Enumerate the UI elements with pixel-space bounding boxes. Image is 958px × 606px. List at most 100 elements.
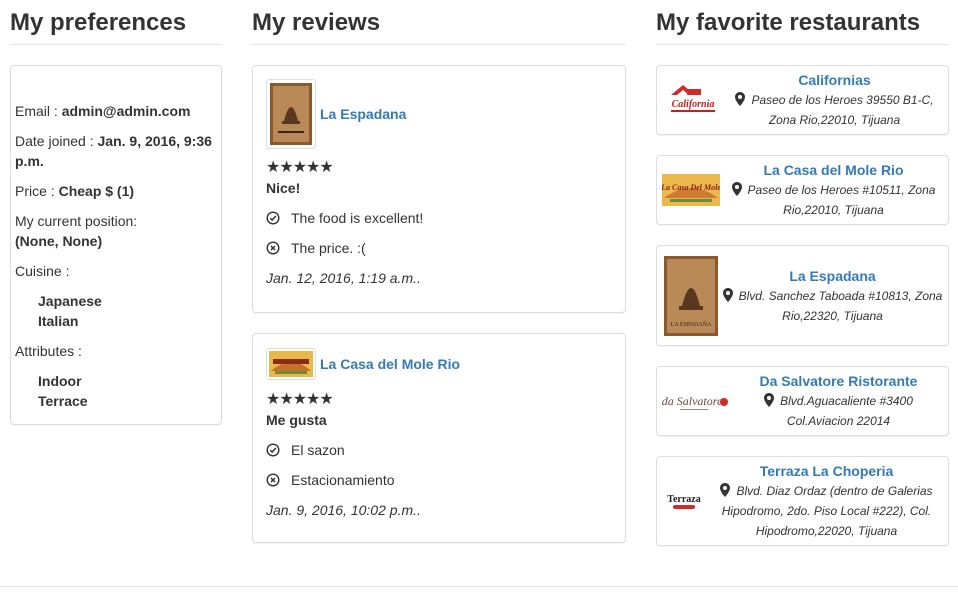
la-espadana-logo <box>270 83 312 145</box>
favorite-address-text: Blvd.Aguacaliente #3400 Col.Aviacion 220… <box>780 394 913 428</box>
da-salvatore-logo: da Salvatore <box>662 394 728 410</box>
favorite-restaurant-link[interactable]: Terraza La Choperia <box>760 463 894 479</box>
cuisine-list: Japanese Italian <box>15 291 217 331</box>
review-pro-text: The food is excellent! <box>291 210 424 226</box>
review-pro: The food is excellent! <box>266 208 612 228</box>
favorite-address-text: Paseo de los Heroes #10511, Zona Rio,220… <box>747 183 936 217</box>
la-casa-del-mole-logo: La Casa Del Mole <box>662 174 720 206</box>
rating-stars: ★★★★★ <box>266 391 334 408</box>
position-value: (None, None) <box>15 233 103 249</box>
restaurant-logo: La Casa Del Mole <box>659 160 723 220</box>
la-casa-logo-text: La Casa Del Mole <box>662 183 720 192</box>
reviews-title: My reviews <box>252 0 626 45</box>
favorite-address: Paseo de los Heroes #10511, Zona Rio,220… <box>723 180 944 220</box>
cuisine-label: Cuisine : <box>15 263 70 279</box>
review-date: Jan. 12, 2016, 1:19 a.m.. <box>266 270 421 286</box>
review-date: Jan. 9, 2016, 10:02 p.m.. <box>266 502 421 518</box>
restaurant-logo: California <box>661 70 725 130</box>
californias-logo-text: California <box>672 99 715 110</box>
restaurant-logo: LA ESPADAÑA <box>661 254 721 338</box>
review-restaurant-link[interactable]: La Casa del Mole Rio <box>320 356 460 372</box>
review-card: La Casa del Mole Rio ★★★★★ Me gusta El s… <box>252 333 626 543</box>
restaurant-thumbnail[interactable] <box>266 79 316 149</box>
x-circle-icon <box>266 473 280 487</box>
favorite-restaurant-card[interactable]: da Salvatore Da Salvatore Ristorante Blv… <box>656 366 949 436</box>
preferences-panel: Email : admin@admin.com Date joined : Ja… <box>10 65 222 425</box>
la-espadana-logo-text: LA ESPADAÑA <box>671 320 712 328</box>
favorite-restaurant-link[interactable]: Californias <box>798 72 870 88</box>
map-marker-icon <box>720 483 731 497</box>
favorite-restaurant-link[interactable]: La Casa del Mole Rio <box>763 162 903 178</box>
review-pro: El sazon <box>266 440 612 460</box>
favorite-restaurant-card[interactable]: La Casa Del Mole La Casa del Mole Rio Pa… <box>656 155 949 225</box>
da-salvatore-logo-text: da Salvatore <box>662 394 723 408</box>
favorite-restaurant-link[interactable]: La Espadana <box>789 268 875 284</box>
la-espadana-logo: LA ESPADAÑA <box>664 255 718 336</box>
favorite-address: Blvd. Diaz Ordaz (dentro de Galerias Hip… <box>709 481 944 541</box>
favorite-details: La Espadana Blvd. Sanchez Taboada #10813… <box>721 266 948 326</box>
californias-logo: California <box>671 85 715 112</box>
la-casa-del-mole-logo <box>269 351 313 377</box>
review-con-text: Estacionamiento <box>291 472 395 488</box>
favorite-details: La Casa del Mole Rio Paseo de los Heroes… <box>723 160 948 220</box>
x-circle-icon <box>266 241 280 255</box>
favorite-restaurant-card[interactable]: California Californias Paseo de los Hero… <box>656 65 949 135</box>
email-label: Email : <box>15 103 62 119</box>
price-label: Price : <box>15 183 59 199</box>
review-restaurant-link[interactable]: La Espadana <box>320 106 406 122</box>
favorites-column: My favorite restaurants California Calif… <box>656 0 949 546</box>
review-header: La Casa del Mole Rio <box>266 347 612 381</box>
review-con: The price. :( <box>266 238 612 258</box>
cuisine-item: Japanese <box>38 293 102 309</box>
review-pro-text: El sazon <box>291 442 345 458</box>
favorite-address: Blvd. Sanchez Taboada #10813, Zona Rio,2… <box>721 286 944 326</box>
attributes-list: Indoor Terrace <box>15 371 217 411</box>
map-marker-icon <box>764 393 775 407</box>
restaurant-thumbnail[interactable] <box>266 348 316 380</box>
date-joined-label: Date joined : <box>15 133 98 149</box>
review-headline: Me gusta <box>266 412 327 428</box>
reviews-column: My reviews La Espadana ★★★★★ Nice! The f… <box>252 0 626 543</box>
attributes-label: Attributes : <box>15 343 82 359</box>
favorite-address: Paseo de los Heroes 39550 B1-C, Zona Rio… <box>725 90 944 130</box>
cuisine-row: Cuisine : Japanese Italian <box>15 261 217 331</box>
terraza-logo: Terraza <box>667 494 701 509</box>
favorite-details: Terraza La Choperia Blvd. Diaz Ordaz (de… <box>709 461 948 541</box>
position-label: My current position: <box>15 213 138 229</box>
favorite-address-text: Blvd. Diaz Ordaz (dentro de Galerias Hip… <box>721 484 933 538</box>
restaurant-logo: da Salvatore <box>659 371 733 431</box>
rating-stars: ★★★★★ <box>266 159 334 176</box>
review-con: Estacionamiento <box>266 470 612 490</box>
favorite-details: Californias Paseo de los Heroes 39550 B1… <box>725 70 948 130</box>
review-card: La Espadana ★★★★★ Nice! The food is exce… <box>252 65 626 313</box>
favorites-title: My favorite restaurants <box>656 0 949 45</box>
favorite-restaurant-card[interactable]: LA ESPADAÑA La Espadana Blvd. Sanchez Ta… <box>656 245 949 346</box>
attribute-item: Terrace <box>38 393 88 409</box>
check-circle-icon <box>266 211 280 225</box>
price-row: Price : Cheap $ (1) <box>15 181 217 201</box>
check-circle-icon <box>266 443 280 457</box>
date-joined-row: Date joined : Jan. 9, 2016, 9:36 p.m. <box>15 131 217 171</box>
favorite-restaurant-card[interactable]: Terraza Terraza La Choperia Blvd. Diaz O… <box>656 456 949 546</box>
email-value: admin@admin.com <box>61 103 191 119</box>
review-headline: Nice! <box>266 180 301 196</box>
preferences-title: My preferences <box>10 0 222 45</box>
attribute-item: Indoor <box>38 373 82 389</box>
preferences-column: My preferences Email : admin@admin.com D… <box>10 0 222 425</box>
favorite-address: Blvd.Aguacaliente #3400 Col.Aviacion 220… <box>733 391 944 431</box>
attributes-row: Attributes : Indoor Terrace <box>15 341 217 411</box>
favorite-restaurant-link[interactable]: Da Salvatore Ristorante <box>760 373 918 389</box>
map-marker-icon <box>731 182 742 196</box>
favorite-address-text: Paseo de los Heroes 39550 B1-C, Zona Rio… <box>751 93 934 127</box>
favorite-details: Da Salvatore Ristorante Blvd.Aguacalient… <box>733 371 948 431</box>
email-row: Email : admin@admin.com <box>15 101 217 121</box>
position-row: My current position: (None, None) <box>15 211 217 251</box>
map-marker-icon <box>722 287 733 302</box>
terraza-logo-text: Terraza <box>667 494 701 505</box>
map-marker-icon <box>735 92 746 106</box>
restaurant-logo: Terraza <box>659 471 709 531</box>
price-value: Cheap $ (1) <box>58 183 135 199</box>
review-header: La Espadana <box>266 79 612 149</box>
review-con-text: The price. :( <box>291 240 366 256</box>
favorite-address-text: Blvd. Sanchez Taboada #10813, Zona Rio,2… <box>738 288 943 323</box>
